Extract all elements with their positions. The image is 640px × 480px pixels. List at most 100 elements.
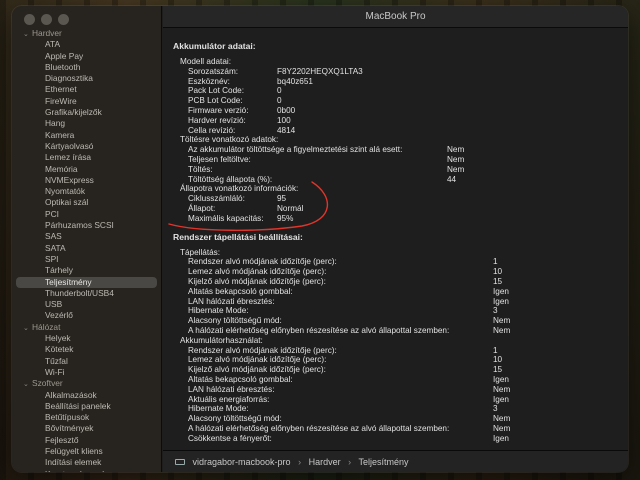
chevron-down-icon[interactable]: ⌄ (23, 379, 32, 390)
chevron-right-icon: › (298, 457, 302, 467)
property-label: Lemez alvó módjának időzítője (perc): (188, 355, 327, 365)
group-header-label: Akkumulátorhasználat: (180, 335, 263, 345)
property-row: Lemez alvó módjának időzítője (perc): 10 (173, 355, 628, 365)
property-label: Teljesen feltöltve: (188, 154, 251, 164)
sidebar-item[interactable]: Felügyelt kliens (12, 446, 161, 457)
sidebar-item[interactable]: Optikai szál (12, 197, 161, 208)
sidebar-group-label: Szoftver (32, 378, 63, 389)
sidebar-item[interactable]: Bővítmények (12, 423, 161, 434)
property-value: Igen (493, 286, 509, 296)
property-value: F8Y2202HEQXQ1LTA3 (277, 66, 363, 76)
sidebar-item[interactable]: Memória (12, 164, 161, 175)
property-label: PCB Lot Code: (188, 96, 243, 106)
sidebar-item[interactable]: Kötetek (12, 344, 161, 355)
property-label: A hálózati elérhetőség előnyben részesít… (188, 423, 450, 433)
minimize-window-button[interactable] (41, 14, 52, 25)
zoom-window-button[interactable] (58, 14, 69, 25)
chevron-down-icon[interactable]: ⌄ (23, 29, 32, 40)
group-header-label: Állapotra vonatkozó információk: (180, 184, 299, 194)
property-row: Sorozatszám: F8Y2202HEQXQ1LTA3 (173, 67, 628, 77)
property-value: 15 (493, 276, 503, 286)
sidebar-item[interactable]: Beállítási panelek (12, 401, 161, 412)
detail-content: Akkumulátor adatai: Modell adatai: Sorozat… (163, 29, 628, 450)
property-row: Kijelző alvó módjának időzítője (perc): 1… (173, 277, 628, 287)
sidebar-item[interactable]: FireWire (12, 96, 161, 107)
window-title: MacBook Pro (163, 6, 628, 28)
property-label: Ciklusszámláló: (188, 194, 245, 204)
sidebar-item[interactable]: SATA (12, 243, 161, 254)
group-header-label: Tápellátás: (180, 247, 221, 257)
sidebar-item[interactable]: USB (12, 299, 161, 310)
property-row: Hardver revízió: 100 (173, 116, 628, 126)
sidebar-item[interactable]: Párhuzamos SCSI (12, 220, 161, 231)
laptop-icon (175, 458, 185, 465)
sidebar-item[interactable]: NVMExpress (12, 175, 161, 186)
property-value: 10 (493, 355, 503, 365)
sidebar-group[interactable]: ⌄ Szoftver (12, 378, 161, 389)
sidebar-item[interactable]: SPI (12, 254, 161, 265)
property-row: LAN hálózati ébresztés: Igen (173, 297, 628, 307)
sidebar-item[interactable]: Grafika/kijelzők (12, 107, 161, 118)
sidebar-item[interactable]: Apple Pay (12, 51, 161, 62)
group-header-label: Modell adatai: (180, 57, 231, 66)
sidebar-item[interactable]: Teljesítmény (16, 276, 157, 288)
sidebar-item[interactable]: Fejlesztő (12, 435, 161, 446)
property-value: Nem (493, 316, 511, 326)
sidebar-item[interactable]: Helyek (12, 333, 161, 344)
sidebar-item[interactable]: Bluetooth (12, 62, 161, 73)
group-header: Állapotra vonatkozó információk: (173, 184, 628, 194)
property-label: Kijelző alvó módjának időzítője (perc): (188, 276, 326, 286)
sidebar-item[interactable]: Indítási elemek (12, 457, 161, 468)
sidebar-item[interactable]: SAS (12, 231, 161, 242)
property-row: LAN hálózati ébresztés: Nem (173, 385, 628, 395)
property-value: 100 (277, 115, 291, 125)
property-row: A hálózati elérhetőség előnyben részesít… (173, 326, 628, 336)
sidebar-group[interactable]: ⌄ Hálózat (12, 322, 161, 333)
sidebar-item[interactable]: Keretrendszerek (12, 469, 161, 472)
property-label: LAN hálózati ébresztés: (188, 296, 275, 306)
property-label: Pack Lot Code: (188, 86, 244, 96)
sidebar-item[interactable]: Betűtípusok (12, 412, 161, 423)
sidebar-item[interactable]: Lemez írása (12, 152, 161, 163)
sidebar-item[interactable]: Ethernet (12, 84, 161, 95)
chevron-down-icon[interactable]: ⌄ (23, 323, 32, 334)
path-section[interactable]: Hardver (309, 457, 341, 467)
close-window-button[interactable] (24, 14, 35, 25)
sidebar-item[interactable]: Kamera (12, 130, 161, 141)
sidebar-item[interactable]: Thunderbolt/USB4 (12, 288, 161, 299)
sidebar-group[interactable]: ⌄ Hardver (12, 28, 161, 39)
sidebar-item[interactable]: Kártyaolvasó (12, 141, 161, 152)
property-label: Rendszer alvó módjának időzítője (perc): (188, 345, 337, 355)
sidebar-item[interactable]: Nyomtatók (12, 186, 161, 197)
property-row: Az akkumulátor töltöttsége a figyelmezte… (173, 145, 628, 155)
property-label: Lemez alvó módjának időzítője (perc): (188, 267, 327, 277)
property-value: 95 (277, 194, 287, 204)
property-row: Lemez alvó módjának időzítője (perc): 10 (173, 267, 628, 277)
property-label: Cella revízió: (188, 125, 236, 135)
sidebar-item[interactable]: Wi-Fi (12, 367, 161, 378)
property-label: Sorozatszám: (188, 66, 239, 76)
sidebar-item[interactable]: ATA (12, 39, 161, 50)
property-value: Normál (277, 203, 304, 213)
sidebar-item[interactable]: Tárhely (12, 265, 161, 276)
sidebar-item[interactable]: Vezérlő (12, 310, 161, 321)
sidebar-item[interactable]: Alkalmazások (12, 390, 161, 401)
property-value: 1 (493, 257, 498, 267)
property-row: Eszköznév: bq40z651 (173, 77, 628, 87)
property-label: LAN hálózati ébresztés: (188, 384, 275, 394)
sidebar-item[interactable]: Hang (12, 118, 161, 129)
sidebar-item[interactable]: PCI (12, 209, 161, 220)
sidebar: ⌄ Hardver ATA Apple Pay Bluetooth Diagnosztik… (12, 6, 162, 472)
sidebar-item[interactable]: Diagnosztika (12, 73, 161, 84)
property-value: 10 (493, 267, 503, 277)
property-row: Teljesen feltöltve: Nem (173, 155, 628, 165)
property-value: Igen (493, 433, 509, 443)
chevron-right-icon: › (348, 457, 352, 467)
property-row: Alacsony töltöttségű mód: Nem (173, 414, 628, 424)
path-computer[interactable]: vidragabor-macbook-pro (193, 457, 291, 467)
window-controls (24, 14, 69, 25)
property-row: Kijelző alvó módjának időzítője (perc): 1… (173, 365, 628, 375)
path-item[interactable]: Teljesítmény (358, 457, 408, 467)
sidebar-item[interactable]: Tűzfal (12, 356, 161, 367)
property-label: Töltöttség állapota (%): (188, 174, 273, 184)
